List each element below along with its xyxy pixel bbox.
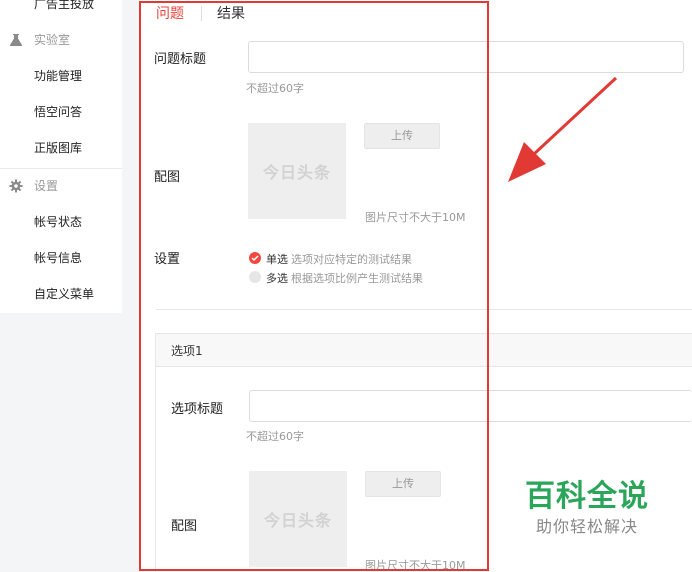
annotation-arrow-icon [508, 76, 618, 182]
sidebar-group-label: 实验室 [34, 33, 71, 47]
question-title-hint: 不超过60字 [246, 82, 304, 95]
option-upload-button[interactable]: 上传 [365, 471, 441, 497]
sidebar-item-feature-management[interactable]: 功能管理 [0, 64, 122, 88]
option-card-header: 选项1 [156, 334, 692, 367]
option-image-placeholder[interactable]: 今日头条 [249, 471, 347, 567]
placeholder-logo-text: 今日头条 [263, 511, 332, 530]
sidebar-item-label: 帐号状态 [34, 215, 83, 229]
sidebar-group-label: 设置 [34, 179, 59, 193]
radio-multiple-label[interactable]: 多选 根据选项比例产生测试结果 [266, 270, 423, 286]
radio-single-desc: 选项对应特定的测试结果 [291, 253, 412, 266]
sidebar-item-label: 功能管理 [34, 69, 83, 83]
tab-result[interactable]: 结果 [217, 4, 245, 24]
option-card-title: 选项1 [171, 344, 203, 358]
option-image-size-hint: 图片尺寸不大于10M [365, 559, 466, 572]
question-image-label: 配图 [154, 170, 181, 185]
watermark: 百科全说 助你轻松解决 [504, 478, 670, 548]
question-upload-button[interactable]: 上传 [364, 123, 440, 149]
sidebar-item-label: 悟空问答 [34, 105, 83, 119]
flask-icon [10, 34, 22, 46]
option-title-label: 选项标题 [171, 402, 224, 417]
radio-single-label[interactable]: 单选 选项对应特定的测试结果 [266, 251, 412, 267]
radio-multiple-choice[interactable] [249, 271, 261, 283]
sidebar-item-label: 帐号信息 [34, 251, 83, 265]
sidebar-group-settings[interactable]: 设置 [0, 174, 122, 198]
gear-icon [9, 179, 23, 193]
radio-single-choice[interactable] [249, 252, 261, 264]
radio-multiple-name: 多选 [266, 272, 288, 285]
question-image-placeholder[interactable]: 今日头条 [248, 123, 346, 219]
sidebar-item-label: 广告主投放 [34, 0, 95, 11]
placeholder-logo-text: 今日头条 [262, 163, 331, 182]
option-title-hint: 不超过60字 [246, 430, 304, 443]
sidebar: 广告主投放 实验室 功能管理 悟空问答 正版图库 设置 帐号状态 帐号信息 自定… [0, 0, 122, 313]
sidebar-divider [0, 168, 122, 169]
radio-single-name: 单选 [266, 253, 288, 266]
sidebar-item-label: 正版图库 [34, 141, 83, 155]
tab-separator [201, 6, 202, 21]
sidebar-item-licensed-gallery[interactable]: 正版图库 [0, 136, 122, 160]
sidebar-item-label: 自定义菜单 [34, 287, 95, 301]
question-title-label: 问题标题 [154, 52, 207, 67]
tab-question[interactable]: 问题 [156, 4, 184, 24]
sidebar-item-wukong-qa[interactable]: 悟空问答 [0, 100, 122, 124]
question-title-input[interactable] [248, 41, 684, 73]
sidebar-item-account-status[interactable]: 帐号状态 [0, 210, 122, 234]
watermark-title: 百科全说 [525, 479, 649, 514]
sidebar-item-account-info[interactable]: 帐号信息 [0, 246, 122, 270]
radio-multiple-desc: 根据选项比例产生测试结果 [291, 272, 423, 285]
settings-label: 设置 [154, 252, 181, 267]
option-image-label: 配图 [171, 519, 198, 534]
check-icon [251, 255, 259, 262]
sidebar-item-ad-placement[interactable]: 广告主投放 [0, 0, 122, 16]
option-title-input[interactable] [249, 390, 692, 422]
sidebar-item-custom-menu[interactable]: 自定义菜单 [0, 282, 122, 306]
sidebar-group-lab[interactable]: 实验室 [0, 28, 122, 52]
watermark-subtitle: 助你轻松解决 [535, 517, 638, 536]
question-image-size-hint: 图片尺寸不大于10M [365, 211, 466, 224]
section-divider [156, 309, 692, 310]
